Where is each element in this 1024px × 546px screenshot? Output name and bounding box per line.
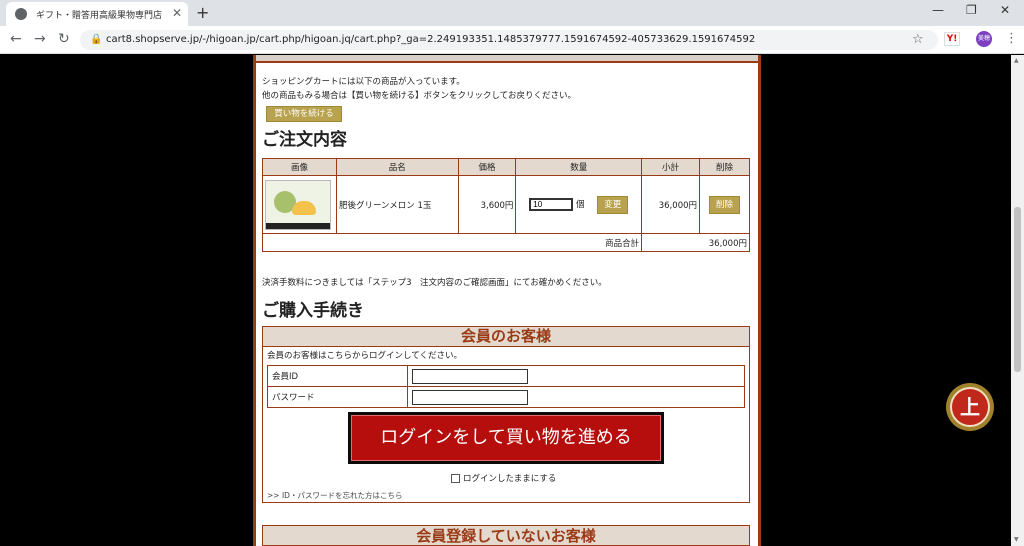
col-price: 価格 — [457, 158, 517, 176]
item-name: 肥後グリーンメロン 1玉 — [335, 175, 459, 234]
login-button-label: ログインをして買い物を進める — [351, 415, 661, 461]
member-login-box: 会員のお客様 会員のお客様はこちらからログインしてください。 会員ID パスワー… — [262, 326, 750, 503]
back-icon[interactable]: ← — [10, 31, 22, 47]
address-bar: ← → ↻ 🔒 cart8.shopserve.jp/-/higoan.jp/c… — [0, 26, 1024, 54]
scroll-down-icon[interactable]: ▼ — [1014, 536, 1019, 543]
keep-login-label: ログインしたままにする — [463, 474, 557, 484]
scroll-thumb[interactable] — [1014, 207, 1021, 372]
back-to-top-label: 上 — [950, 387, 990, 427]
quantity-input[interactable] — [529, 197, 574, 211]
password-input[interactable] — [412, 389, 528, 405]
browser-tab[interactable]: ギフト・贈答用高級果物専門店「肥後 ✕ — [6, 2, 188, 26]
profile-avatar[interactable]: 美穂 — [976, 31, 992, 47]
login-button[interactable]: ログインをして買い物を進める — [348, 412, 664, 464]
cart-intro: ショッピングカートには以下の商品が入っています。 他の商品もみる場合は【買い物を… — [262, 75, 576, 103]
cart-page: ショッピングカートには以下の商品が入っています。 他の商品もみる場合は【買い物を… — [253, 55, 761, 546]
minimize-icon[interactable]: — — [932, 3, 944, 17]
delete-item-button[interactable]: 削除 — [709, 195, 740, 214]
change-quantity-button[interactable]: 変更 — [597, 195, 629, 214]
col-image: 画像 — [262, 158, 337, 176]
total-value: 36,000円 — [641, 233, 750, 252]
page-scrollbar[interactable]: ▲ ▼ — [1011, 55, 1024, 546]
page-viewport: ショッピングカートには以下の商品が入っています。 他の商品もみる場合は【買い物を… — [0, 55, 1011, 546]
total-label: 商品合計 — [261, 233, 643, 252]
item-subtotal: 36,000円 — [641, 175, 701, 234]
keep-login-option[interactable]: ログインしたままにする — [451, 472, 556, 484]
member-id-input[interactable] — [412, 368, 528, 384]
fee-note: 決済手数料につきましては「ステップ3 注文内容のご確認画面」にてお確かめください… — [262, 278, 607, 288]
table-row: 肥後グリーンメロン 1玉 3,600円 個 変更 36,000円 削除 — [262, 175, 750, 234]
forward-icon[interactable]: → — [34, 31, 46, 47]
yahoo-extension-icon[interactable]: Y! — [944, 32, 960, 46]
scroll-up-icon[interactable]: ▲ — [1014, 57, 1019, 64]
quantity-unit: 個 — [576, 199, 585, 210]
order-heading: ご注文内容 — [262, 130, 347, 150]
melon-image[interactable] — [265, 179, 331, 230]
window-close-icon[interactable]: ✕ — [1000, 3, 1010, 17]
tab-title: ギフト・贈答用高級果物専門店「肥後 — [36, 11, 166, 21]
item-delete-cell: 削除 — [699, 175, 750, 234]
item-quantity-cell: 個 変更 — [515, 175, 643, 234]
forgot-password-link[interactable]: >> ID・パスワードを忘れた方はこちら — [267, 490, 402, 501]
back-to-top-button[interactable]: 上 — [946, 383, 994, 431]
member-desc: 会員のお客様はこちらからログインしてください。 — [267, 351, 462, 361]
col-name: 品名 — [335, 158, 459, 176]
bookmark-star-icon[interactable]: ☆ — [912, 32, 924, 47]
continue-shopping-button[interactable]: 買い物を続ける — [266, 106, 342, 122]
item-image-cell — [262, 175, 337, 234]
menu-icon[interactable]: ⋮ — [1005, 31, 1018, 46]
close-icon[interactable]: ✕ — [172, 6, 182, 20]
intro-line-2: 他の商品もみる場合は【買い物を続ける】ボタンをクリックしてお戻りください。 — [262, 91, 576, 101]
login-table: 会員ID パスワード — [267, 365, 745, 408]
top-border — [256, 55, 758, 63]
password-cell — [407, 386, 745, 408]
member-id-label: 会員ID — [267, 365, 408, 387]
item-price: 3,600円 — [457, 175, 517, 234]
col-delete: 削除 — [699, 158, 750, 176]
url-text: cart8.shopserve.jp/-/higoan.jp/cart.php/… — [106, 34, 756, 45]
password-label: パスワード — [267, 386, 408, 408]
restore-icon[interactable]: ❐ — [966, 3, 977, 17]
member-title: 会員のお客様 — [263, 327, 749, 347]
member-id-cell — [407, 365, 745, 387]
lock-icon: 🔒 — [90, 34, 103, 45]
nonmember-title: 会員登録していないお客様 — [262, 525, 750, 546]
col-quantity: 数量 — [515, 158, 643, 176]
tab-bar: ギフト・贈答用高級果物専門店「肥後 ✕ + — ❐ ✕ — [0, 0, 1024, 26]
total-row: 商品合計 36,000円 — [261, 233, 750, 252]
new-tab-icon[interactable]: + — [196, 3, 209, 22]
col-subtotal: 小計 — [641, 158, 701, 176]
cart-table: 画像 品名 価格 数量 小計 削除 肥後グリーンメロン 1玉 3,600円 10… — [261, 158, 750, 252]
keep-login-checkbox[interactable] — [451, 474, 460, 483]
url-input[interactable]: 🔒 cart8.shopserve.jp/-/higoan.jp/cart.ph… — [80, 30, 938, 50]
reload-icon[interactable]: ↻ — [58, 31, 70, 47]
intro-line-1: ショッピングカートには以下の商品が入っています。 — [262, 77, 465, 87]
globe-icon — [15, 8, 27, 20]
purchase-heading: ご購入手続き — [262, 301, 364, 321]
